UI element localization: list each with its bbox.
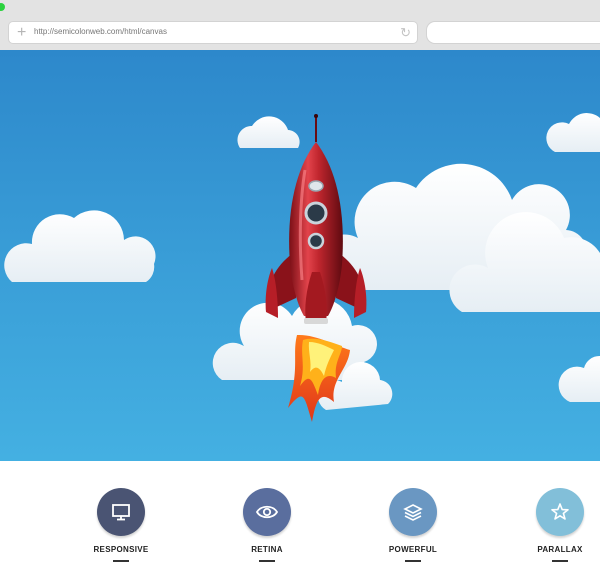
features-section: RESPONSIVE RETINA POWERFUL PARALLAX	[0, 461, 600, 567]
hero-illustration	[4, 113, 600, 422]
feature-divider	[113, 560, 129, 562]
feature-label: RETINA	[251, 545, 283, 554]
new-tab-icon[interactable]: +	[17, 23, 26, 42]
layers-icon	[403, 504, 423, 521]
feature-parallax-badge	[536, 488, 584, 536]
feature-powerful[interactable]: POWERFUL	[353, 488, 473, 562]
cloud-left	[4, 210, 156, 282]
feature-divider	[552, 560, 568, 562]
feature-label: RESPONSIVE	[93, 545, 149, 554]
feature-powerful-badge	[389, 488, 437, 536]
hero-section	[0, 50, 600, 461]
browser-toolbar: + http://semicolonweb.com/html/canvas ↻	[0, 0, 600, 50]
window-close-button[interactable]	[0, 3, 5, 11]
feature-responsive[interactable]: RESPONSIVE	[61, 488, 181, 562]
feature-divider	[259, 560, 275, 562]
eye-icon	[256, 505, 278, 519]
feature-label: POWERFUL	[388, 545, 438, 554]
feature-divider	[405, 560, 421, 562]
feature-retina[interactable]: RETINA	[207, 488, 327, 562]
address-bar[interactable]: + http://semicolonweb.com/html/canvas ↻	[9, 22, 417, 43]
cloud-top-right	[546, 113, 600, 152]
feature-label: PARALLAX	[537, 545, 583, 554]
feature-retina-badge	[243, 488, 291, 536]
cloud-bottom-right	[558, 355, 600, 402]
reload-icon[interactable]: ↻	[400, 23, 411, 42]
star-icon	[551, 503, 569, 520]
cloud-small-top	[237, 116, 300, 148]
monitor-icon	[112, 504, 130, 521]
search-input[interactable]	[427, 22, 600, 43]
feature-parallax[interactable]: PARALLAX	[500, 488, 600, 562]
url-text[interactable]: http://semicolonweb.com/html/canvas	[34, 27, 167, 36]
feature-responsive-badge	[97, 488, 145, 536]
